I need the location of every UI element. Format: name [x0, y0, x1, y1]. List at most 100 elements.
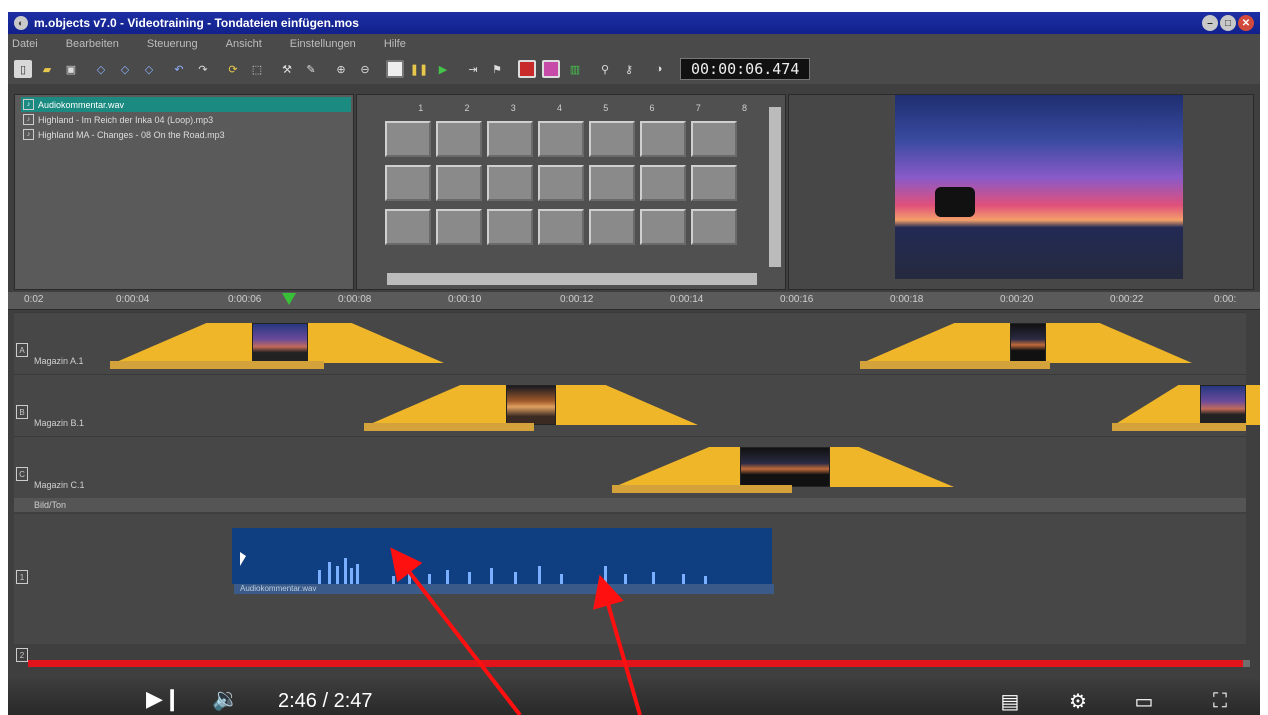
lightbox-slot[interactable]: [691, 121, 737, 157]
track-id: B: [16, 405, 28, 419]
goto-icon[interactable]: ⇥: [464, 60, 482, 78]
lightbox-grid: 1 2 3 4 5 6 7 8: [381, 103, 751, 245]
pause-icon[interactable]: ❚❚: [410, 60, 428, 78]
lightbox-columns: 1 2 3 4 5 6 7 8: [418, 103, 747, 113]
media-item[interactable]: ♪ Highland MA - Changes - 08 On the Road…: [21, 127, 351, 142]
lightbox-slot[interactable]: [538, 209, 584, 245]
audio-track-id-2: 2: [16, 648, 28, 662]
record-icon[interactable]: ◑: [650, 60, 668, 78]
clip-thumbnail: [252, 323, 308, 363]
clip-label: [860, 361, 1050, 369]
menu-steuerung[interactable]: Steuerung: [147, 38, 198, 50]
window-controls: – □ ✕: [1202, 15, 1254, 31]
lightbox-slot[interactable]: [589, 121, 635, 157]
new-file-icon[interactable]: ▯: [14, 60, 32, 78]
save-icon[interactable]: ▣: [62, 60, 80, 78]
screen-icon[interactable]: [518, 60, 536, 78]
lightbox-slot[interactable]: [538, 165, 584, 201]
refresh-icon[interactable]: ⟳: [224, 60, 242, 78]
media-item[interactable]: ♪ Highland - Im Reich der Inka 04 (Loop)…: [21, 112, 351, 127]
lightbox-slot[interactable]: [385, 209, 431, 245]
lightbox-slot[interactable]: [436, 121, 482, 157]
ruler-label: 0:00:04: [116, 294, 150, 305]
lightbox-slot[interactable]: [640, 121, 686, 157]
video-progress-fill[interactable]: [28, 660, 1243, 667]
volume-icon[interactable]: 🔉: [212, 686, 239, 712]
obj-delete-icon[interactable]: ◇: [140, 60, 158, 78]
menu-hilfe[interactable]: Hilfe: [384, 38, 406, 50]
ruler-label: 0:00:10: [448, 294, 482, 305]
close-icon[interactable]: ✕: [1238, 15, 1254, 31]
lightbox-slot[interactable]: [538, 121, 584, 157]
maximize-icon[interactable]: □: [1220, 15, 1236, 31]
fullscreen-icon[interactable]: ⛶: [1204, 688, 1236, 714]
lightbox-slot[interactable]: [385, 165, 431, 201]
lightbox-slot[interactable]: [487, 209, 533, 245]
video-time: 2:46 / 2:47: [278, 690, 373, 712]
audio-clip-label: Audiokommentar.wav: [234, 584, 774, 594]
media-list: ♪ Audiokommentar.wav ♪ Highland - Im Rei…: [21, 97, 351, 142]
playhead-marker-icon[interactable]: [282, 293, 296, 305]
clip-label: [1112, 423, 1246, 431]
open-folder-icon[interactable]: ▰: [38, 60, 56, 78]
audio-file-icon: ♪: [23, 114, 34, 125]
key-icon[interactable]: ⚷: [620, 60, 638, 78]
minimize-icon[interactable]: –: [1202, 15, 1218, 31]
clip-thumbnail: [1010, 323, 1046, 363]
timeline-ruler[interactable]: 0:02 0:00:04 0:00:06 0:00:08 0:00:10 0:0…: [8, 292, 1260, 310]
track-name: Magazin C.1: [34, 480, 85, 490]
toolbar: ▯ ▰ ▣ ◇ ◇ ◇ ↶ ↷ ⟳ ⬚ ⚒ ✎ ⊕ ⊖ ❚❚ ▶ ⇥ ⚑ ▥ ⚲…: [8, 54, 1260, 84]
marker-icon[interactable]: ⚑: [488, 60, 506, 78]
menu-datei[interactable]: Datei: [12, 38, 38, 50]
media-item[interactable]: ♪ Audiokommentar.wav: [21, 97, 351, 112]
zoom-out-icon[interactable]: ⊖: [356, 60, 374, 78]
audio-file-icon: ♪: [23, 129, 34, 140]
lightbox-hscroll[interactable]: [387, 273, 757, 285]
search-icon[interactable]: ⚲: [596, 60, 614, 78]
ruler-label: 0:00:14: [670, 294, 704, 305]
lightbox-slot[interactable]: [436, 209, 482, 245]
stop-icon[interactable]: [386, 60, 404, 78]
lightbox-slot[interactable]: [487, 121, 533, 157]
undo-icon[interactable]: ↶: [170, 60, 188, 78]
clip-thumbnail: [740, 447, 830, 487]
menu-ansicht[interactable]: Ansicht: [226, 38, 262, 50]
obj-new-icon[interactable]: ◇: [92, 60, 110, 78]
lightbox-slot[interactable]: [640, 165, 686, 201]
clip-thumbnail: [506, 385, 556, 425]
lightbox-vscroll[interactable]: [769, 107, 781, 267]
settings-gear-icon[interactable]: ⚙: [1062, 688, 1094, 714]
meter-icon[interactable]: ▥: [566, 60, 584, 78]
lightbox-slot[interactable]: [640, 209, 686, 245]
redo-icon[interactable]: ↷: [194, 60, 212, 78]
obj-edit-icon[interactable]: ◇: [116, 60, 134, 78]
select-icon[interactable]: ⬚: [248, 60, 266, 78]
zoom-in-icon[interactable]: ⊕: [332, 60, 350, 78]
ruler-label: 0:00:12: [560, 294, 594, 305]
subtitles-icon[interactable]: ▤: [994, 688, 1026, 714]
media-panel: ♪ Audiokommentar.wav ♪ Highland - Im Rei…: [14, 94, 354, 290]
screen-edit-icon[interactable]: [542, 60, 560, 78]
lightbox-slot[interactable]: [691, 165, 737, 201]
audio-waveform-clip[interactable]: [232, 528, 772, 584]
lightbox-slot[interactable]: [691, 209, 737, 245]
theater-mode-icon[interactable]: ▭: [1128, 688, 1160, 714]
lightbox-slot[interactable]: [487, 165, 533, 201]
lightbox-panel: 1 2 3 4 5 6 7 8: [356, 94, 786, 290]
clip-thumbnail: [1200, 385, 1246, 425]
menu-einstellungen[interactable]: Einstellungen: [290, 38, 356, 50]
pen-icon[interactable]: ✎: [302, 60, 320, 78]
track-a: A Magazin A.1: [14, 312, 1246, 374]
menu-bar: Datei Bearbeiten Steuerung Ansicht Einst…: [8, 34, 1260, 54]
lightbox-slot[interactable]: [436, 165, 482, 201]
next-icon[interactable]: ▶❙: [146, 686, 181, 712]
menu-bearbeiten[interactable]: Bearbeiten: [66, 38, 119, 50]
preview-image: [895, 95, 1183, 279]
tool-icon[interactable]: ⚒: [278, 60, 296, 78]
lightbox-slot[interactable]: [589, 165, 635, 201]
app-window: ◐ m.objects v7.0 - Videotraining - Tonda…: [8, 12, 1260, 715]
play-icon[interactable]: ▶: [434, 60, 452, 78]
ruler-label: 0:00:20: [1000, 294, 1034, 305]
lightbox-slot[interactable]: [385, 121, 431, 157]
lightbox-slot[interactable]: [589, 209, 635, 245]
